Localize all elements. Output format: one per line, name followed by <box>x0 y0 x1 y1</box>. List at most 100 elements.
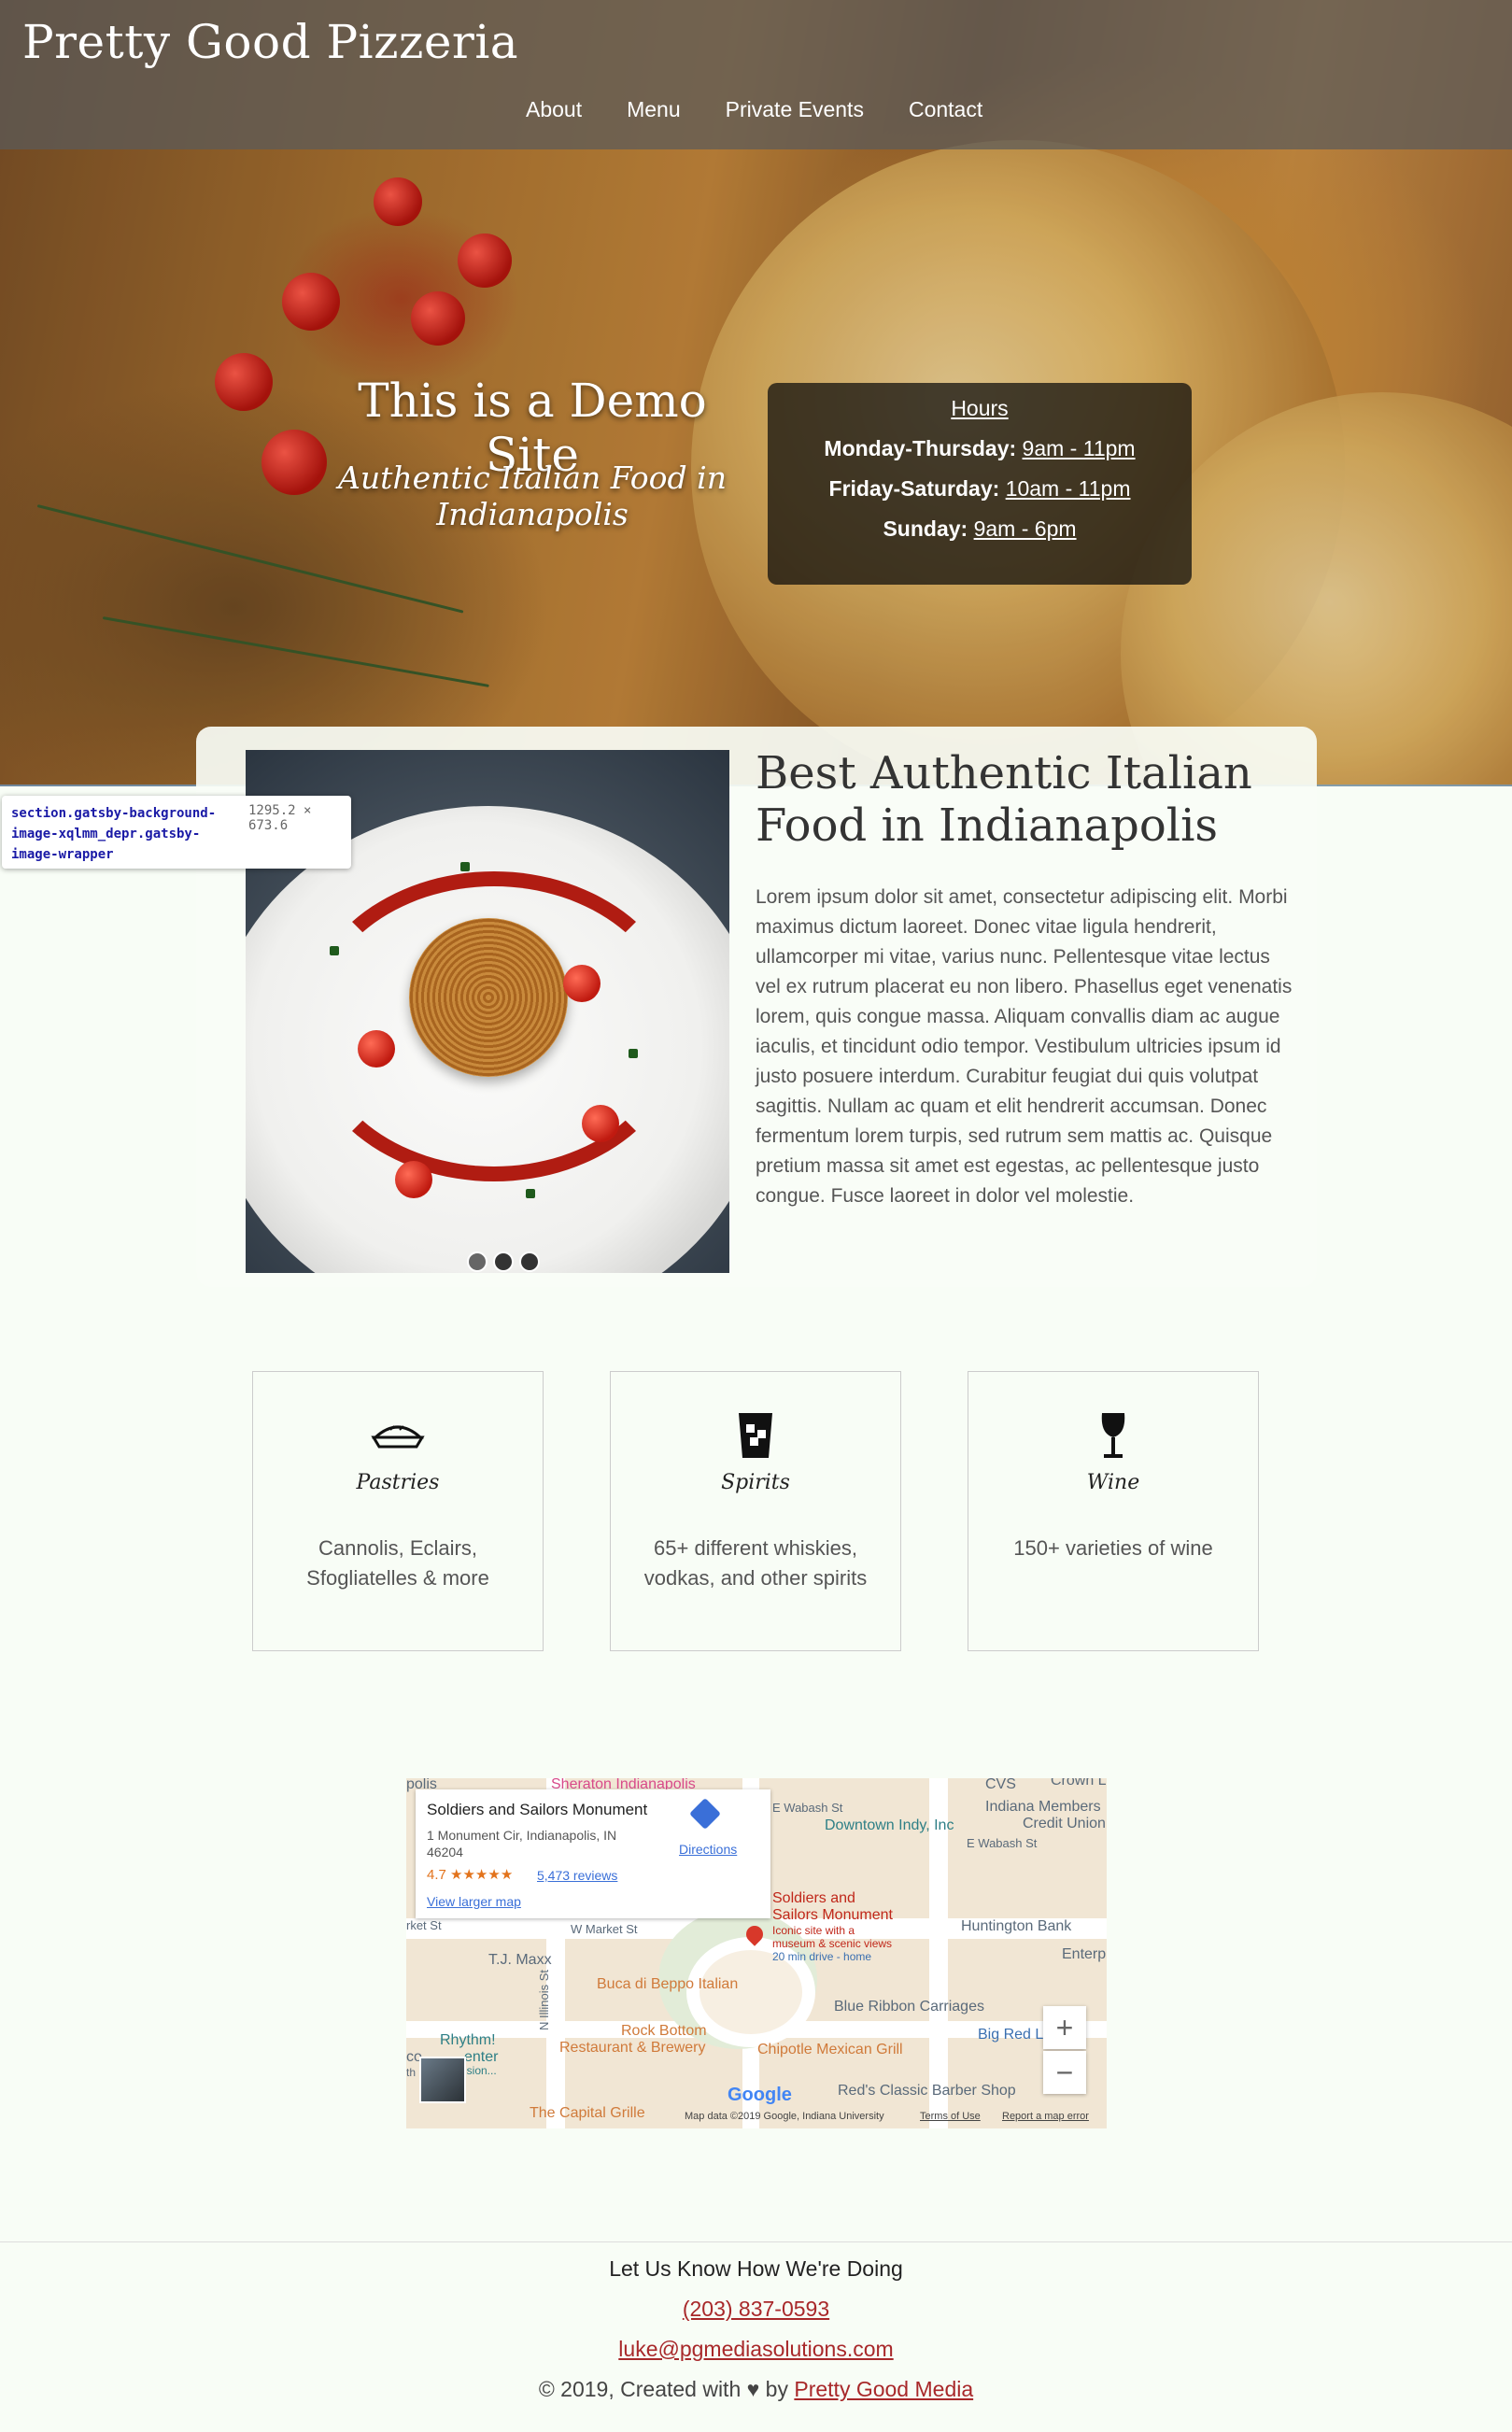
nav-about[interactable]: About <box>526 97 582 122</box>
footer-heading: Let Us Know How We're Doing <box>609 2256 903 2281</box>
hero-subtitle: Authentic Italian Food in Indianapolis <box>338 460 727 532</box>
reviews-link[interactable]: 5,473 reviews <box>537 1868 617 1883</box>
feature-title: Pastries <box>356 1471 440 1494</box>
map-label: Enterp <box>1062 1946 1107 1962</box>
feature-title: Wine <box>1086 1471 1140 1494</box>
hours-time: 9am - 6pm <box>973 516 1077 541</box>
map-label: Restaurant & Brewery <box>559 2040 706 2056</box>
hours-title: Hours <box>951 396 1009 420</box>
map-label: Buca di Beppo Italian <box>597 1976 739 1992</box>
map-label: Big Red Li <box>978 2027 1047 2043</box>
map-label: Credit Union <box>1023 1816 1106 1831</box>
google-logo: Google <box>728 2085 792 2105</box>
tomato <box>582 1105 619 1142</box>
nav-contact[interactable]: Contact <box>909 97 982 122</box>
footer-copyright: © 2019, Created with ♥ by Pretty Good Me… <box>0 2377 1512 2402</box>
hero-section: Pretty Good Pizzeria About Menu Private … <box>0 0 1512 786</box>
hours-row: Monday-Thursday: 9am - 11pm <box>768 436 1192 461</box>
hours-days: Monday-Thursday: <box>824 436 1017 460</box>
spaghetti <box>409 918 568 1077</box>
map-label: N Illinois St <box>537 1969 551 2030</box>
view-larger-map-link[interactable]: View larger map <box>427 1894 521 1909</box>
inspect-selector: section.gatsby-background-image-xqlmm_de… <box>11 806 217 862</box>
map-attribution: Map data ©2019 Google, Indiana Universit… <box>685 2111 884 2122</box>
footer-phone-link[interactable]: (203) 837-0593 <box>0 2297 1512 2322</box>
whiskey-glass-icon <box>739 1413 772 1458</box>
tomato <box>395 1161 432 1198</box>
map-label: Sailors Monument <box>772 1907 893 1923</box>
place-rating: 4.7 ★★★★★ <box>427 1866 513 1883</box>
footer-email-link[interactable]: luke@pgmediasolutions.com <box>0 2337 1512 2362</box>
about-heading: Best Authentic Italian Food in Indianapo… <box>756 747 1252 852</box>
hours-time: 10am - 11pm <box>1005 476 1131 501</box>
copyright-text: © 2019, Created with ♥ by <box>538 2377 795 2401</box>
rating-value: 4.7 <box>427 1867 446 1883</box>
footer: Let Us Know How We're Doing (203) 837-05… <box>0 2253 1512 2402</box>
feature-title: Spirits <box>721 1471 790 1494</box>
tomato <box>563 965 601 1002</box>
hours-time: 9am - 11pm <box>1022 436 1136 460</box>
google-map[interactable]: polis Sheraton Indianapolis E Wabash St … <box>406 1778 1107 2128</box>
feature-card-spirits: Spirits 65+ different whiskies, vodkas, … <box>610 1371 901 1651</box>
feature-desc: Cannolis, Eclairs, Sfogliatelles & more <box>306 1536 489 1590</box>
map-label: rket St <box>406 1918 442 1932</box>
wine-glass-icon <box>1101 1413 1125 1458</box>
map-label: E Wabash St <box>772 1801 843 1815</box>
nav-private-events[interactable]: Private Events <box>726 97 864 122</box>
carousel-dot[interactable] <box>519 1251 540 1272</box>
map-label: Rhythm! <box>440 2032 496 2048</box>
hours-row: Friday-Saturday: 10am - 11pm <box>768 476 1192 502</box>
herb-leaf <box>526 1189 535 1198</box>
map-label: Chipotle Mexican Grill <box>757 2042 903 2057</box>
map-info-card: Soldiers and Sailors Monument 1 Monument… <box>416 1789 770 1918</box>
feature-card-pastries: Pastries Cannolis, Eclairs, Sfogliatelle… <box>252 1371 544 1651</box>
herb-leaf <box>460 862 470 871</box>
map-label: 20 min drive - home <box>772 1950 872 1963</box>
map-report-link[interactable]: Report a map error <box>1002 2111 1089 2122</box>
zoom-in-button[interactable]: + <box>1043 2006 1086 2049</box>
map-label: E Wabash St <box>967 1836 1038 1850</box>
map-label: Blue Ribbon Carriages <box>834 1999 984 2015</box>
map-label: T.J. Maxx <box>488 1952 552 1968</box>
carousel-dot[interactable] <box>493 1251 514 1272</box>
map-label: Downtown Indy, Inc <box>825 1817 954 1833</box>
map-label: museum & scenic views <box>772 1937 893 1950</box>
zoom-out-button[interactable]: − <box>1043 2051 1086 2094</box>
map-label: ision... <box>464 2064 497 2077</box>
map-label: Red's Classic Barber Shop <box>838 2083 1016 2099</box>
inspect-size: 1295.2 × 673.6 <box>248 803 312 833</box>
directions-link[interactable]: Directions <box>679 1842 737 1857</box>
hours-row: Sunday: 9am - 6pm <box>768 516 1192 542</box>
hours-days: Sunday: <box>883 516 968 541</box>
map-label: Rock Bottom <box>621 2023 707 2039</box>
map-label: Huntington Bank <box>961 1918 1072 1934</box>
map-label: Crown L <box>1051 1778 1107 1789</box>
pie-icon <box>371 1425 425 1449</box>
map-label: Iconic site with a <box>772 1924 855 1937</box>
nav-menu[interactable]: Menu <box>627 97 681 122</box>
map-terms-link[interactable]: Terms of Use <box>920 2111 981 2122</box>
map-label: Soldiers and <box>772 1890 855 1906</box>
map-label: The Capital Grille <box>530 2105 645 2121</box>
about-text: Lorem ipsum dolor sit amet, consectetur … <box>756 886 1293 1207</box>
rating-stars: ★★★★★ <box>450 1867 514 1883</box>
place-name: Soldiers and Sailors Monument <box>427 1801 648 1818</box>
street-view-thumbnail[interactable] <box>419 2057 466 2103</box>
map-label: Indiana Members <box>985 1799 1101 1815</box>
place-address: 1 Monument Cir, Indianapolis, IN 46204 <box>427 1828 617 1859</box>
herb-leaf <box>330 946 339 955</box>
devtools-inspect-tooltip: section.gatsby-background-image-xqlmm_de… <box>2 796 351 869</box>
hours-days: Friday-Saturday: <box>828 476 1000 501</box>
map-label: th <box>406 2066 417 2079</box>
feature-desc: 65+ different whiskies, vodkas, and othe… <box>643 1536 868 1590</box>
feature-desc: 150+ varieties of wine <box>1013 1536 1213 1560</box>
credit-link[interactable]: Pretty Good Media <box>794 2377 973 2401</box>
carousel-dots <box>467 1251 540 1272</box>
map-label: CVS <box>985 1778 1016 1792</box>
carousel-dot[interactable] <box>467 1251 488 1272</box>
map-label: W Market St <box>571 1922 638 1936</box>
site-logo[interactable]: Pretty Good Pizzeria <box>22 15 518 69</box>
directions-icon[interactable] <box>689 1798 721 1830</box>
top-nav-bar: Pretty Good Pizzeria About Menu Private … <box>0 0 1512 149</box>
footer-divider <box>0 2241 1512 2242</box>
